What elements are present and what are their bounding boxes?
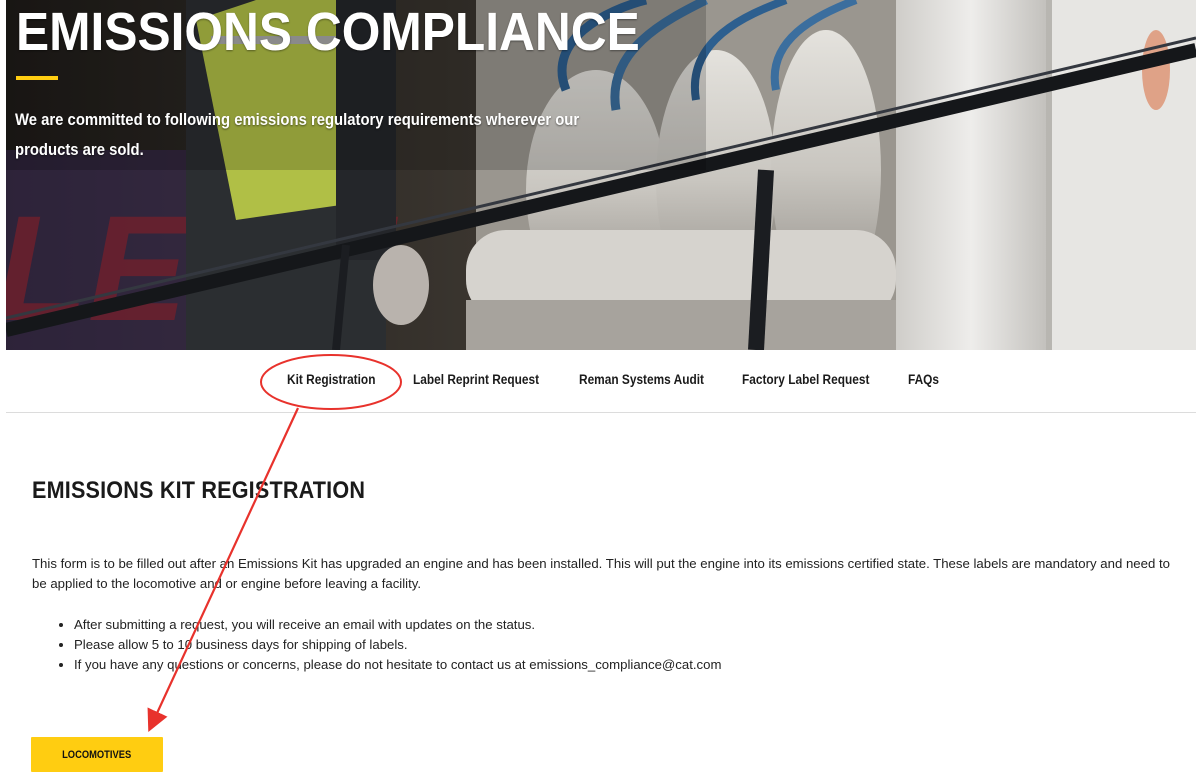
info-list: After submitting a request, you will rec… xyxy=(32,615,721,675)
list-item: Please allow 5 to 10 business days for s… xyxy=(74,635,721,655)
list-item: If you have any questions or concerns, p… xyxy=(74,655,721,675)
nav-label-reprint-request[interactable]: Label Reprint Request xyxy=(413,372,539,387)
nav-factory-label-request[interactable]: Factory Label Request xyxy=(742,372,869,387)
section-nav: Kit Registration Label Reprint Request R… xyxy=(6,350,1196,413)
nav-kit-registration[interactable]: Kit Registration xyxy=(287,372,375,387)
list-item: After submitting a request, you will rec… xyxy=(74,615,721,635)
hero-accent-bar xyxy=(16,76,58,80)
page-title: EMISSIONS KIT REGISTRATION xyxy=(32,477,366,504)
nav-reman-systems-audit[interactable]: Reman Systems Audit xyxy=(579,372,704,387)
locomotives-button-label: LOCOMOTIVES xyxy=(62,748,132,761)
hero-banner: LECT xyxy=(6,0,1196,350)
hero-title: EMISSIONS COMPLIANCE xyxy=(16,2,640,62)
nav-faqs[interactable]: FAQs xyxy=(908,372,939,387)
locomotives-button[interactable]: LOCOMOTIVES xyxy=(31,737,163,772)
hero-subtitle: We are committed to following emissions … xyxy=(15,111,580,159)
form-description: This form is to be filled out after an E… xyxy=(32,556,1170,591)
page: LECT xyxy=(0,0,1196,772)
